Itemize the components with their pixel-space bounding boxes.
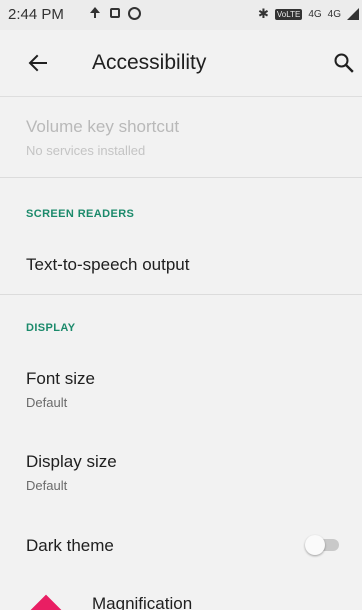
display-size-summary: Default	[26, 478, 68, 493]
status-right-icons: ✱ VoLTE 4G 4G	[258, 6, 362, 22]
page-title: Accessibility	[92, 51, 207, 74]
sync-icon	[128, 6, 141, 20]
status-bar: 2:44 PM ✱ VoLTE 4G 4G	[0, 0, 362, 30]
volume-key-shortcut-title: Volume key shortcut	[26, 117, 180, 136]
magnification-title: Magnification	[92, 594, 193, 610]
dark-theme-item[interactable]: Dark theme	[0, 508, 362, 580]
status-left-icons	[88, 6, 141, 20]
font-size-summary: Default	[26, 395, 68, 410]
volte-badge: VoLTE	[274, 8, 303, 20]
network-type-label-secondary: 4G	[327, 8, 342, 20]
font-size-item[interactable]: Font size Default	[0, 352, 362, 426]
arrow-back-icon	[28, 54, 47, 72]
upload-icon	[88, 6, 102, 20]
display-size-item[interactable]: Display size Default	[0, 426, 362, 508]
divider	[0, 294, 362, 295]
magnification-icon	[27, 594, 65, 610]
volume-key-shortcut-item[interactable]: Volume key shortcut No services installe…	[0, 97, 362, 177]
dark-theme-title: Dark theme	[26, 536, 114, 555]
calendar-notification-icon	[110, 8, 120, 18]
back-button[interactable]	[24, 49, 52, 77]
section-header-display: DISPLAY	[26, 322, 76, 334]
bluetooth-icon: ✱	[258, 6, 269, 21]
magnification-item[interactable]: Magnification	[0, 580, 362, 610]
search-button[interactable]	[330, 49, 358, 77]
network-type-label: 4G	[308, 8, 322, 20]
divider	[0, 177, 362, 178]
volume-key-shortcut-summary: No services installed	[26, 143, 146, 158]
signal-icon	[347, 8, 360, 20]
font-size-title: Font size	[26, 369, 95, 388]
app-bar: Accessibility	[0, 30, 362, 97]
status-time: 2:44 PM	[8, 6, 64, 23]
display-size-title: Display size	[26, 452, 117, 471]
search-icon	[334, 53, 354, 73]
dark-theme-toggle[interactable]	[305, 533, 343, 555]
tts-output-item[interactable]: Text-to-speech output	[0, 238, 362, 294]
section-header-screen-readers: SCREEN READERS	[26, 208, 135, 220]
toggle-thumb	[305, 535, 325, 555]
tts-output-title: Text-to-speech output	[26, 255, 190, 274]
